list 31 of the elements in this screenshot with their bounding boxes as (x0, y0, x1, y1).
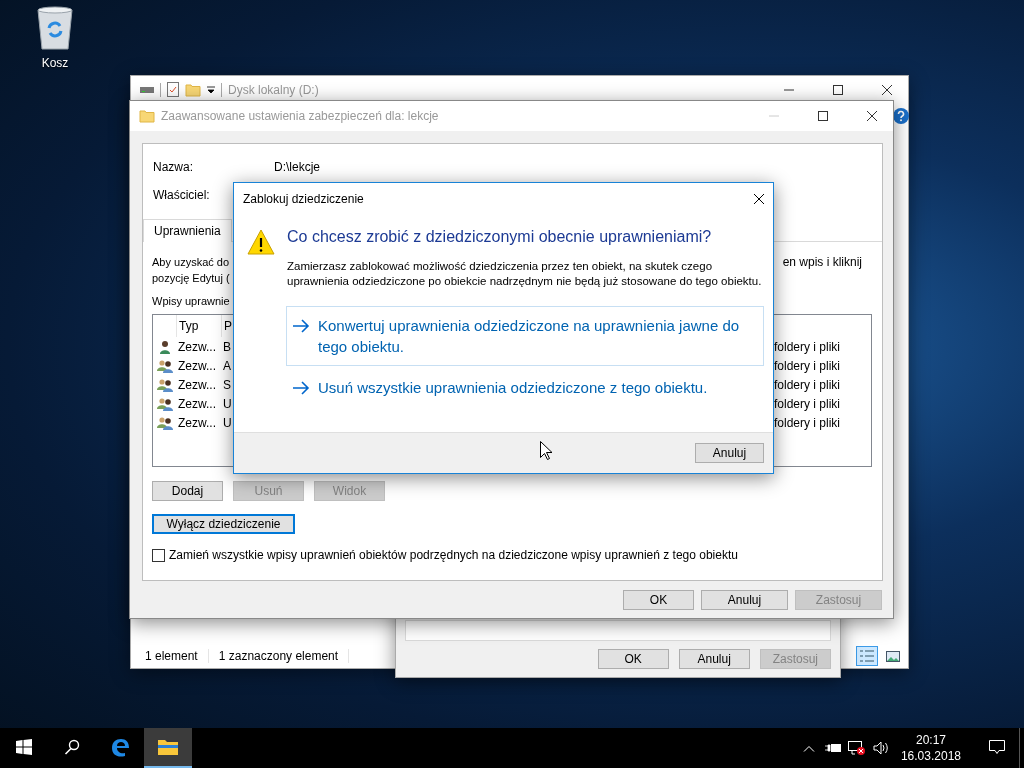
table-cell: foldery i pliki (773, 396, 841, 411)
field-label: Nazwa: (153, 160, 194, 174)
table-cell: foldery i pliki (773, 377, 841, 392)
table-cell: U (222, 415, 232, 430)
time-text: 20:17 (915, 732, 946, 748)
table-cell: Zezw... (177, 339, 216, 354)
instruction-text: Aby uzyskać do (152, 255, 230, 270)
dialog-title: Zablokuj dziedziczenie (243, 192, 365, 206)
table-cell: U (222, 396, 232, 411)
table-cell: A (222, 358, 231, 373)
instruction-text: pozycję Edytuj ( (152, 271, 230, 286)
section-label: Wpisy uprawnie (152, 295, 231, 307)
field-value: D:\lekcje (274, 160, 321, 174)
window-title: Zaawansowane ustawienia zabezpieczeń dla: lekcje (161, 109, 440, 123)
table-cell: Zezw... (177, 358, 216, 373)
table-cell: B (222, 339, 231, 354)
table-cell: Zezw... (177, 396, 216, 411)
table-cell: foldery i pliki (773, 415, 841, 430)
table-cell: foldery i pliki (773, 358, 841, 373)
dialog-message: Zamierzasz zablokować możliwość dziedziczenia przez ten obiekt, na skutek czego uprawnienia odziedziczone po obiekcie nadrzędnym nie będą już stosowane do tego obiektu. (287, 259, 763, 289)
table-cell: Zezw... (177, 377, 216, 392)
status-text: 1 zaznaczony element (218, 649, 350, 663)
date-text: 16.03.2018 (900, 748, 961, 764)
dialog-heading: Co chcesz zrobić z dziedziczonymi obecnie uprawnieniami? (287, 227, 713, 247)
table-cell: Zezw... (177, 415, 216, 430)
table-cell: S (222, 377, 231, 392)
table-cell: foldery i pliki (773, 339, 841, 354)
checkbox-label: Zamień wszystkie wpisy uprawnień obiektów podrzędnych na dziedziczone wpisy uprawnień z tego obiektu (169, 548, 738, 562)
status-text: 1 element (145, 649, 209, 663)
window-title: Dysk lokalny (D:) (228, 82, 320, 97)
instruction-text: en wpis i kliknij (782, 254, 863, 271)
